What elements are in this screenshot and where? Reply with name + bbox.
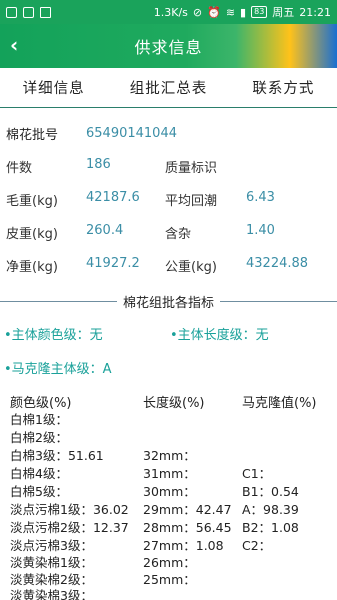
count-label: 件数: [6, 161, 33, 176]
divider: [0, 300, 117, 302]
main-color-grade: •主体颜色级：无: [4, 328, 103, 343]
moisture-label: 平均回潮: [165, 194, 218, 209]
status-bar: 1.3K/s ⊘ ⏰ ≋ ▮ 83 周五 21:21: [0, 0, 337, 24]
conditioned-value: 43224.88: [246, 256, 309, 271]
mic-grade-header: 马克隆值(%): [242, 396, 317, 411]
tab-batch-summary[interactable]: 组批汇总表: [130, 77, 208, 98]
main-length-grade: •主体长度级：无: [170, 328, 269, 343]
color-grade-row: 白棉5级：: [10, 484, 68, 499]
length-grade-row: 25mm：: [143, 572, 196, 587]
length-grade-row: 30mm：: [143, 484, 196, 499]
tab-contact[interactable]: 联系方式: [252, 77, 314, 98]
tab-details[interactable]: 详细信息: [23, 77, 85, 98]
status-day: 周五: [272, 6, 295, 19]
gross-label: 毛重(kg): [6, 194, 58, 209]
count-value: 186: [86, 157, 111, 172]
message-icon: [23, 6, 34, 18]
app-header: ‹ 供求信息: [0, 24, 337, 68]
mic-grade-row: C1：: [242, 466, 272, 481]
alarm-icon: ⏰: [207, 5, 221, 19]
mic-grade-row: B2：1.08: [242, 520, 299, 535]
sd-card-icon: [6, 6, 17, 18]
color-grade-row: 白棉3级：51.61: [10, 448, 104, 463]
main-mic-grade: •马克隆主体级：A: [4, 362, 112, 377]
net-value: 41927.2: [86, 256, 140, 271]
color-grade-row: 淡黄染棉3级：: [10, 588, 93, 600]
color-grade-row: 白棉4级：: [10, 466, 68, 481]
mute-icon: ⊘: [192, 5, 203, 19]
image-icon: [40, 6, 51, 18]
length-grade-row: 32mm：: [143, 448, 196, 463]
batch-label: 棉花批号: [6, 128, 59, 143]
section-title: 棉花组批各指标: [123, 295, 215, 311]
batch-value: 65490141044: [86, 126, 177, 141]
impurity-value: 1.40: [246, 223, 275, 238]
signal-icon: ▮: [240, 5, 247, 19]
moisture-value: 6.43: [246, 190, 275, 205]
mic-grade-row: B1：0.54: [242, 484, 299, 499]
wifi-icon: ≋: [225, 5, 236, 19]
back-icon[interactable]: ‹: [10, 33, 18, 57]
length-grade-row: 28mm：56.45: [143, 520, 232, 535]
impurity-label: 含杂: [165, 227, 192, 242]
battery-icon: 83: [251, 6, 268, 18]
status-time: 21:21: [299, 5, 331, 19]
quality-label: 质量标识: [165, 161, 218, 176]
length-grade-row: 31mm：: [143, 466, 196, 481]
length-grade-row: 29mm：42.47: [143, 502, 232, 517]
color-grade-row: 淡点污棉2级：12.37: [10, 520, 129, 535]
mic-grade-row: C2：: [242, 538, 272, 553]
net-label: 净重(kg): [6, 260, 58, 275]
tare-value: 260.4: [86, 223, 124, 238]
color-grade-row: 淡点污棉1级：36.02: [10, 502, 129, 517]
conditioned-label: 公重(kg): [165, 260, 217, 275]
gross-value: 42187.6: [86, 190, 140, 205]
batch-row: 棉花批号 65490141044: [6, 124, 177, 143]
page-title: 供求信息: [134, 38, 203, 57]
mic-grade-row: A：98.39: [242, 502, 299, 517]
network-speed: 1.3K/s: [153, 5, 188, 19]
color-grade-row: 白棉1级：: [10, 412, 68, 427]
divider: [220, 300, 337, 302]
color-grade-row: 白棉2级：: [10, 430, 68, 445]
tab-bar: 详细信息 组批汇总表 联系方式: [0, 68, 337, 108]
indicators-section-header: 棉花组批各指标: [0, 292, 337, 311]
length-grade-header: 长度级(%): [143, 396, 205, 411]
tare-label: 皮重(kg): [6, 227, 58, 242]
